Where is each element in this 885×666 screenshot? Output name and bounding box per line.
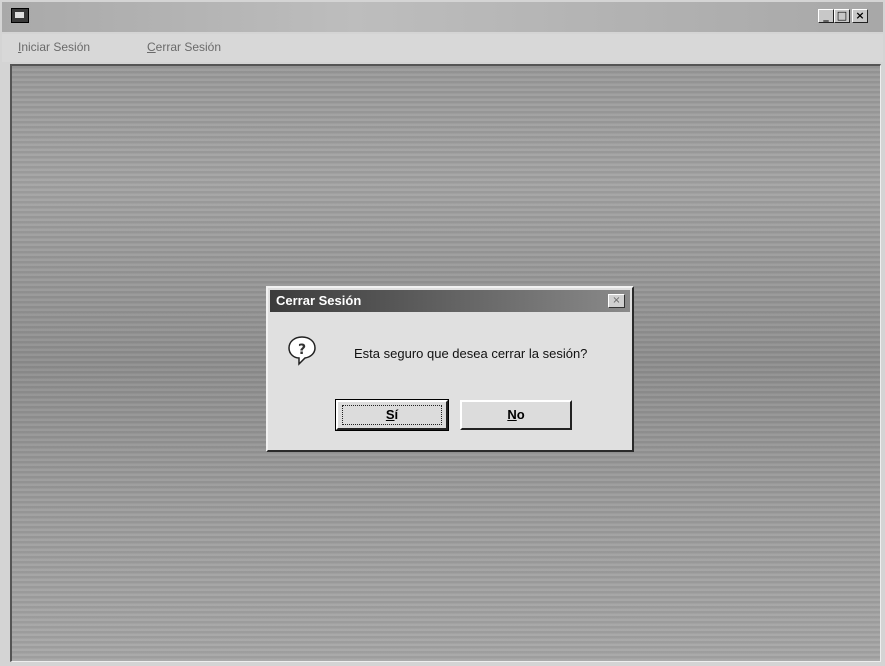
menu-label-rest: niciar Sesión	[21, 40, 91, 54]
menu-cerrar-sesion[interactable]: Cerrar Sesión	[147, 40, 221, 54]
minimize-button[interactable]: _	[818, 9, 834, 23]
dialog-titlebar[interactable]: Cerrar Sesión ×	[270, 290, 630, 312]
menu-mnemonic: C	[147, 40, 156, 54]
no-button-label: No	[507, 407, 525, 422]
menu-iniciar-sesion[interactable]: Iniciar Sesión	[18, 40, 90, 54]
window-titlebar[interactable]: _ □ ×	[2, 2, 883, 32]
no-button[interactable]: No	[460, 400, 572, 430]
question-icon: ?	[288, 336, 316, 366]
svg-text:?: ?	[298, 342, 306, 358]
main-window: _ □ × Iniciar Sesión Cerrar Sesión Cerra…	[0, 0, 885, 666]
menu-label-rest: errar Sesión	[155, 40, 222, 54]
dialog-message: Esta seguro que desea cerrar la sesión?	[354, 346, 588, 361]
dialog-title: Cerrar Sesión	[276, 293, 362, 308]
maximize-button[interactable]: □	[834, 9, 850, 23]
logout-dialog: Cerrar Sesión × ? Esta seguro que desea …	[266, 286, 634, 452]
menu-bar: Iniciar Sesión Cerrar Sesión	[2, 34, 883, 62]
yes-button[interactable]: Sí	[335, 399, 449, 431]
close-button[interactable]: ×	[852, 9, 868, 23]
focus-rect	[342, 405, 442, 425]
app-icon[interactable]	[11, 8, 29, 23]
dialog-close-button[interactable]: ×	[608, 294, 625, 308]
